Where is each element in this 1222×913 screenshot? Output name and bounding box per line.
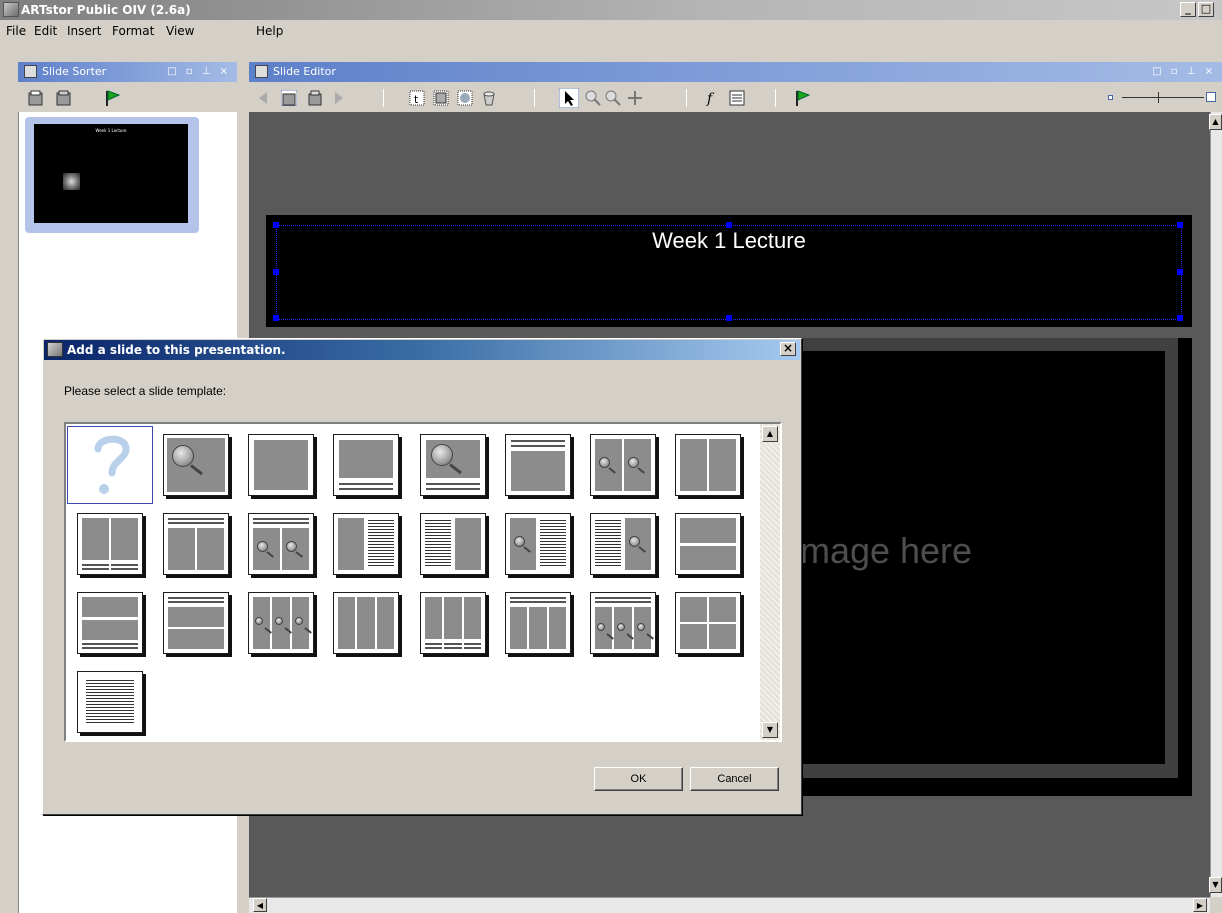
template-image-text-right[interactable] (333, 513, 399, 575)
font-icon[interactable]: f (705, 90, 721, 106)
new-slide-icon[interactable] (28, 90, 44, 106)
minimize-icon[interactable]: _ (1180, 2, 1196, 17)
app-icon (3, 2, 19, 17)
template-magnified-image[interactable] (163, 434, 229, 496)
new-slide-icon[interactable] (281, 90, 297, 106)
menu-help[interactable]: Help (256, 21, 283, 41)
resize-handle[interactable] (1177, 315, 1183, 321)
scroll-up-icon[interactable]: ▲ (1209, 114, 1222, 130)
menu-edit[interactable]: Edit (34, 21, 57, 41)
template-image-caption[interactable] (333, 434, 399, 496)
menu-file[interactable]: File (6, 21, 26, 41)
template-four-images[interactable] (675, 592, 741, 654)
zoom-slider[interactable] (1104, 90, 1216, 106)
scroll-right-icon[interactable]: ▶ (1193, 898, 1207, 912)
resize-handle[interactable] (726, 315, 732, 321)
zoom-out-icon[interactable] (605, 90, 621, 106)
magnify-image-icon[interactable] (457, 90, 473, 106)
template-title-two-magnified[interactable] (248, 513, 314, 575)
template-magnified-text-right[interactable] (505, 513, 571, 575)
template-blank[interactable] (67, 426, 153, 504)
slide-title-text: Week 1 Lecture (652, 228, 806, 253)
template-three-images[interactable] (333, 592, 399, 654)
slide-sorter-title: Slide Sorter (42, 65, 107, 78)
template-list-scrollbar[interactable]: ▲ ▼ (760, 424, 780, 740)
template-single-image[interactable] (248, 434, 314, 496)
resize-handle[interactable] (1177, 269, 1183, 275)
svg-text:t: t (414, 93, 419, 106)
menu-format[interactable]: Format (112, 21, 154, 41)
menu-bar: File Edit Insert Format View Help (0, 21, 1222, 41)
slide-editor-header: Slide Editor □ ▫ ⊥ × (249, 62, 1222, 82)
text-box-icon[interactable]: t (409, 90, 425, 106)
slide-properties-icon[interactable] (729, 90, 745, 106)
app-title-bar: ARTstor Public OIV (2.6a) _ □ (0, 0, 1222, 20)
slide-thumbnail[interactable]: Week 1 Lecture (34, 124, 188, 223)
slide-editor-icon (255, 65, 268, 78)
template-text-image-right[interactable] (420, 513, 486, 575)
zoom-slider-thumb[interactable] (1158, 92, 1159, 103)
zoom-in-icon[interactable] (585, 90, 601, 106)
menu-view[interactable]: View (166, 21, 194, 41)
template-text-magnified-right[interactable] (590, 513, 656, 575)
template-three-images-captions[interactable] (420, 592, 486, 654)
dialog-title-bar[interactable]: Add a slide to this presentation. × (44, 340, 800, 360)
slide-editor-title: Slide Editor (273, 65, 336, 78)
template-three-magnified[interactable] (248, 592, 314, 654)
scroll-down-icon[interactable]: ▼ (762, 722, 778, 738)
cancel-button[interactable]: Cancel (690, 767, 779, 791)
thumbnail-title: Week 1 Lecture (95, 128, 127, 133)
template-magnified-caption[interactable] (420, 434, 486, 496)
thumbnail-image-icon (63, 173, 80, 190)
ok-button[interactable]: OK (594, 767, 683, 791)
template-title-two-images[interactable] (163, 513, 229, 575)
panel-controls-icon[interactable]: □ ▫ ⊥ × (1152, 62, 1216, 82)
svg-text:f: f (706, 91, 715, 106)
slide-sorter-header: Slide Sorter □ ▫ ⊥ × (18, 62, 237, 82)
dialog-app-icon (47, 342, 63, 357)
trash-icon[interactable] (481, 90, 497, 106)
image-box-icon[interactable] (433, 90, 449, 106)
editor-vertical-scrollbar[interactable]: ▲ ▼ (1209, 112, 1222, 897)
dialog-title: Add a slide to this presentation. (67, 343, 286, 357)
play-slideshow-icon[interactable] (794, 90, 810, 106)
select-pointer-icon[interactable] (559, 88, 579, 108)
resize-handle[interactable] (273, 269, 279, 275)
slide-sorter-toolbar (18, 84, 237, 112)
dialog-prompt: Please select a slide template: (64, 384, 227, 398)
slide-sorter-icon (24, 65, 37, 78)
delete-slide-icon[interactable] (56, 90, 72, 106)
template-two-images[interactable] (675, 434, 741, 496)
template-title-three-magnified[interactable] (590, 592, 656, 654)
panel-controls-icon[interactable]: □ ▫ ⊥ × (167, 62, 231, 82)
app-title: ARTstor Public OIV (2.6a) (21, 3, 191, 17)
scroll-down-icon[interactable]: ▼ (1209, 877, 1222, 893)
dialog-close-icon[interactable]: × (780, 342, 796, 356)
duplicate-slide-icon[interactable] (307, 90, 323, 106)
template-two-magnified[interactable] (590, 434, 656, 496)
template-two-images-captions[interactable] (77, 513, 143, 575)
scroll-left-icon[interactable]: ◀ (253, 898, 267, 912)
resize-handle[interactable] (273, 315, 279, 321)
editor-horizontal-scrollbar[interactable]: ◀ ▶ (249, 897, 1210, 913)
template-text-only[interactable] (77, 671, 143, 733)
pan-icon[interactable] (627, 90, 643, 106)
menu-insert[interactable]: Insert (67, 21, 101, 41)
next-slide-icon[interactable] (331, 90, 347, 106)
slide-editor-toolbar: t f (249, 84, 1222, 112)
play-slideshow-icon[interactable] (104, 90, 120, 106)
template-title-image[interactable] (505, 434, 571, 496)
template-title-stacked[interactable] (163, 592, 229, 654)
template-title-three-images[interactable] (505, 592, 571, 654)
maximize-icon[interactable]: □ (1198, 2, 1214, 17)
previous-slide-icon[interactable] (255, 90, 271, 106)
template-stacked-captions[interactable] (77, 592, 143, 654)
template-two-images-stacked[interactable] (675, 513, 741, 575)
question-mark-icon (94, 435, 130, 494)
scroll-up-icon[interactable]: ▲ (762, 426, 778, 442)
